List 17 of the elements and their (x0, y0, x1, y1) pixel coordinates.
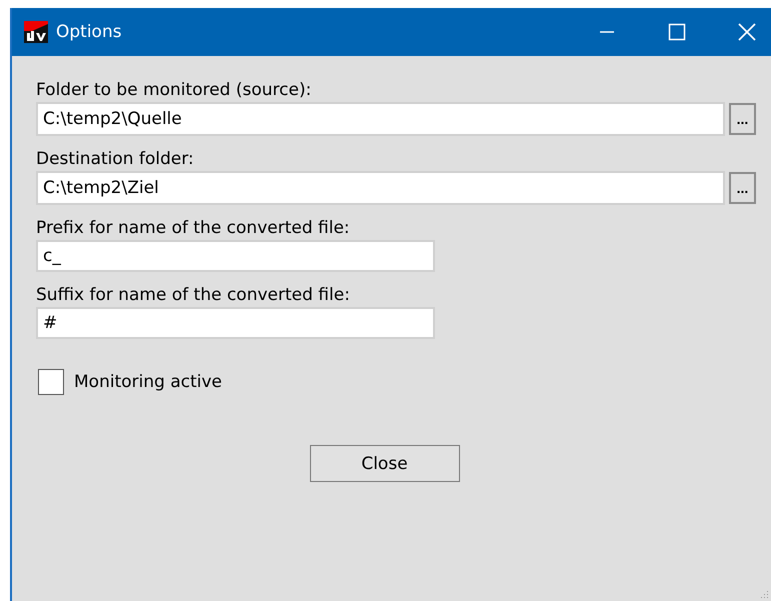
input-field[interactable]: C:\temp2\Quelle (36, 102, 725, 136)
field-label: Suffix for name of the converted file: (36, 285, 351, 305)
app-logo-icon (24, 21, 48, 43)
browse-button[interactable]: ... (729, 103, 756, 135)
checkbox-label: Monitoring active (74, 372, 222, 392)
field-label: Prefix for name of the converted file: (36, 218, 351, 238)
window-title: Options (56, 22, 122, 42)
maximize-icon[interactable] (667, 22, 687, 42)
input-field[interactable]: C:\temp2\Ziel (36, 171, 725, 205)
input-field[interactable]: # (36, 307, 435, 339)
close-icon[interactable] (737, 22, 757, 42)
checkbox[interactable] (38, 369, 64, 395)
field-label: Folder to be monitored (source): (36, 80, 312, 100)
browse-button[interactable]: ... (729, 172, 756, 204)
close-button[interactable]: Close (310, 445, 460, 482)
field-label: Destination folder: (36, 149, 195, 169)
input-field[interactable]: c_ (36, 240, 435, 272)
